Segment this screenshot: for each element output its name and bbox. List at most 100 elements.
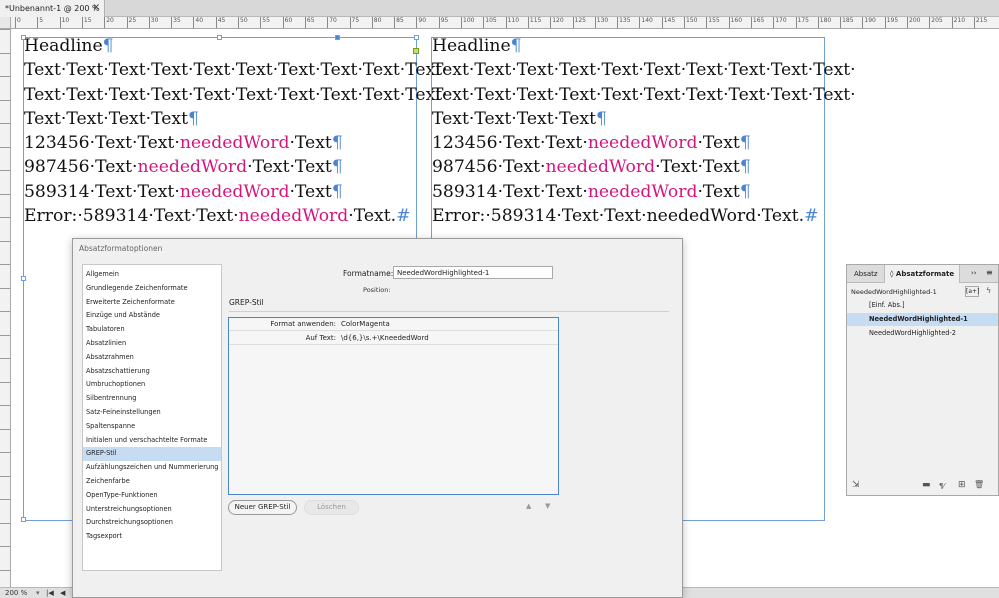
story-line: 123456·Text·Text·neededWord·Text¶	[24, 131, 448, 155]
category-item[interactable]: Tabulatoren	[83, 323, 221, 337]
ruler-origin[interactable]	[0, 17, 11, 29]
panel-tab-bar: Absatz ◊ Absatzformate ›› ≡	[847, 265, 998, 283]
horizontal-ruler[interactable]: 0 5 10 15 20 25 30 35 40 45 50 55 60 65 70 75 80 85 90 95 10…	[11, 17, 999, 29]
ruler-mark: 50	[238, 17, 248, 28]
prev-page-icon[interactable]: ◀	[60, 588, 65, 598]
move-down-icon[interactable]: ▼	[545, 502, 550, 510]
ruler-mark	[0, 311, 10, 334]
ruler-mark: 90	[416, 17, 426, 28]
ruler-mark: 100	[461, 17, 474, 28]
category-item[interactable]: OpenType-Funktionen	[83, 489, 221, 503]
delete-style-icon[interactable]: 🗑	[974, 480, 984, 489]
vertical-ruler[interactable]	[0, 29, 11, 588]
zoom-level[interactable]: 200 %	[5, 588, 27, 598]
grep-style-list[interactable]: Format anwenden: ColorMagenta Auf Text: …	[228, 317, 559, 495]
move-up-icon[interactable]: ▲	[526, 502, 531, 510]
new-group-folder-icon[interactable]: ▬	[922, 480, 931, 490]
category-item[interactable]: Erweiterte Zeichenformate	[83, 296, 221, 310]
clear-overrides-icon[interactable]: ¶⁄	[939, 482, 945, 490]
current-style-name: NeededWordHighlighted-1	[851, 288, 937, 296]
style-list-item[interactable]: NeededWordHighlighted-1	[847, 313, 998, 326]
section-divider	[229, 311, 669, 312]
ruler-mark: 20	[104, 17, 114, 28]
paragraph-styles-panel: Absatz ◊ Absatzformate ›› ≡ NeededWordHi…	[846, 264, 999, 496]
document-tab-bar: *Unbenannt-1 @ 200 % ✕	[0, 0, 999, 17]
tab-absatzformate[interactable]: ◊ Absatzformate	[884, 265, 961, 283]
category-item[interactable]: Absatzrahmen	[83, 351, 221, 365]
paragraph-style-options-dialog: Absatzformatoptionen Allgemein Grundlegen…	[72, 238, 683, 598]
hidden-char-mark: ¶	[739, 157, 751, 178]
frame-handle[interactable]	[21, 517, 26, 522]
first-page-icon[interactable]: |◀	[46, 588, 54, 598]
text-run: Text·Text·Text·Text·Text·Text·Text·Text·…	[432, 60, 856, 81]
close-tab-icon[interactable]: ✕	[92, 0, 100, 17]
grep-text-value[interactable]: \d{6,}\s.+\KneededWord	[341, 332, 429, 345]
category-item[interactable]: Silbentrennung	[83, 392, 221, 406]
ruler-mark: 0	[15, 17, 21, 28]
category-item[interactable]: Spaltenspanne	[83, 420, 221, 434]
ruler-mark	[0, 170, 10, 193]
category-item[interactable]: Umbruchoptionen	[83, 378, 221, 392]
category-item[interactable]: Initialen und verschachtelte Formate	[83, 434, 221, 448]
new-grep-style-button[interactable]: Neuer GREP-Stil	[228, 500, 297, 515]
ruler-mark	[0, 146, 10, 170]
ruler-mark: 60	[282, 17, 292, 28]
ruler-mark	[0, 264, 10, 287]
ruler-mark: 125	[572, 17, 586, 28]
story-line: Text·Text·Text·Text¶	[24, 107, 448, 131]
text-run: Text·Text·Text·Text·Text·Text·Text·Text·…	[24, 84, 448, 105]
category-item[interactable]: Einzüge und Abstände	[83, 309, 221, 323]
category-item[interactable]: Unterstreichungsoptionen	[83, 503, 221, 517]
delete-grep-style-button[interactable]: Löschen	[304, 500, 359, 515]
story-line: 987456·Text·neededWord·Text·Text¶	[432, 155, 856, 179]
category-item[interactable]: Tagsexport	[83, 530, 221, 544]
category-item[interactable]: Satz-Feineinstellungen	[83, 406, 221, 420]
style-list-item[interactable]: [Einf. Abs.]	[847, 299, 998, 312]
category-item[interactable]: GREP-Stil	[83, 447, 221, 462]
frame-handle[interactable]	[21, 276, 26, 281]
ruler-mark: 15	[81, 17, 92, 28]
ruler-mark	[0, 76, 10, 99]
collapse-panel-icon[interactable]: ››	[971, 269, 977, 277]
category-item[interactable]: Grundlegende Zeichenformate	[83, 282, 221, 296]
highlighted-word: neededWord	[137, 157, 248, 178]
ruler-mark: 5	[37, 17, 43, 28]
ruler-mark	[0, 475, 10, 499]
panel-menu-icon[interactable]: ≡	[986, 268, 993, 277]
story-line: Error:·589314·Text·Text·neededWord·Text.…	[24, 204, 448, 228]
new-style-from-selection-button[interactable]: [a+]	[965, 286, 979, 297]
ruler-mark: 30	[148, 17, 158, 28]
hidden-char-mark: ¶	[596, 108, 607, 129]
format-name-label: Formatname:	[343, 269, 394, 278]
text-run: 589314·Text·Text·	[24, 181, 180, 202]
category-item[interactable]: Aufzählungszeichen und Nummerierung	[83, 461, 221, 475]
category-item[interactable]: Absatzschattierung	[83, 365, 221, 379]
category-item[interactable]: Zeichenfarbe	[83, 475, 221, 489]
grep-apply-row[interactable]: Format anwenden: ColorMagenta	[229, 318, 558, 331]
text-run: Error:·589314·Text·Text·	[24, 206, 239, 227]
hidden-char-mark: ¶	[510, 36, 522, 56]
format-name-input[interactable]	[393, 266, 553, 279]
new-style-icon[interactable]: ⊞	[958, 480, 966, 490]
category-item[interactable]: Allgemein	[83, 268, 221, 282]
tab-styles-label: Absatzformate	[895, 270, 955, 278]
document-tab[interactable]: *Unbenannt-1 @ 200 % ✕	[0, 0, 105, 17]
text-run: 987456·Text·	[432, 157, 546, 178]
ruler-mark: 215	[973, 17, 987, 28]
story-left[interactable]: Headline¶ Text·Text·Text·Text·Text·Text·T…	[24, 34, 448, 228]
category-item[interactable]: Absatzlinien	[83, 337, 221, 351]
ruler-mark: 150	[684, 17, 697, 28]
category-item[interactable]: Durchstreichungsoptionen	[83, 516, 221, 530]
zoom-dropdown-icon[interactable]: ▾	[36, 588, 40, 598]
story-line: Headline¶	[24, 34, 448, 58]
ruler-mark: 205	[929, 17, 943, 28]
load-styles-icon[interactable]: ⇲	[852, 480, 860, 490]
quick-apply-icon[interactable]: ϟ	[986, 286, 991, 295]
story-right[interactable]: Headline¶ Text·Text·Text·Text·Text·Text·T…	[432, 34, 856, 228]
ruler-mark	[0, 452, 10, 475]
tab-absatz[interactable]: Absatz	[849, 265, 883, 283]
ruler-mark	[0, 217, 10, 240]
grep-apply-value[interactable]: ColorMagenta	[341, 318, 390, 331]
style-list-item[interactable]: NeededWordHighlighted-2	[847, 327, 998, 340]
grep-text-row[interactable]: Auf Text: \d{6,}\s.+\KneededWord	[229, 332, 558, 345]
